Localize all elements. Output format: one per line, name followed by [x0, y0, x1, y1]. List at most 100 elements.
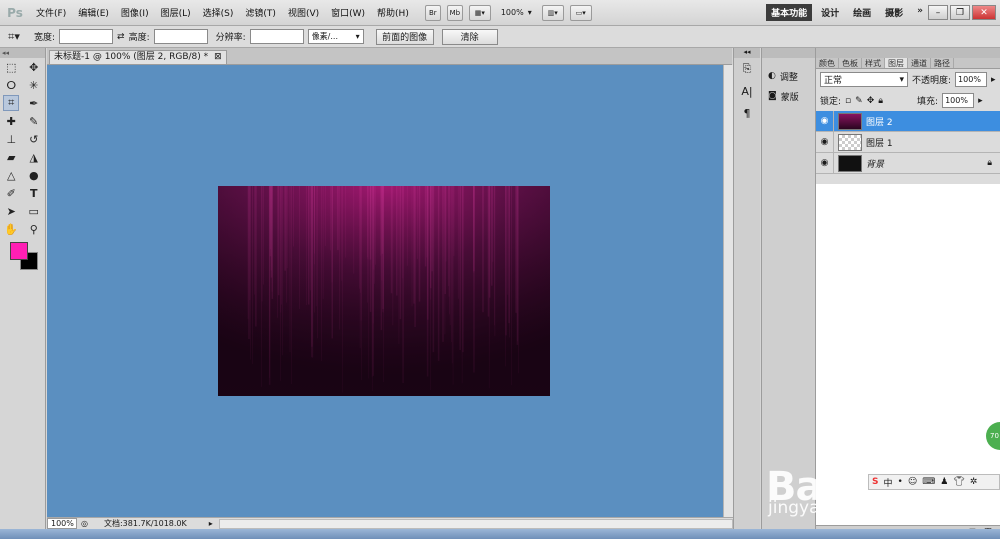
clear-button[interactable]: 清除	[441, 28, 498, 45]
paragraph-panel-icon[interactable]: ¶	[734, 102, 760, 124]
width-input[interactable]	[59, 29, 114, 44]
character-panel-icon[interactable]: A|	[734, 80, 760, 102]
document-canvas[interactable]	[47, 65, 723, 517]
visibility-eye-icon[interactable]: ◉	[816, 131, 834, 153]
pen-tool-icon[interactable]: ✐	[3, 185, 19, 201]
status-expand-icon[interactable]: ▸	[209, 519, 213, 528]
lock-label: 锁定:	[820, 97, 842, 107]
path-selection-tool-icon[interactable]: ➤	[3, 203, 19, 219]
watermark-url: jingyan.baidu.com	[768, 498, 925, 518]
layer-row[interactable]: ◉ 图层 1	[816, 131, 1000, 153]
menu-help[interactable]: 帮助(H)	[371, 6, 415, 19]
menu-window[interactable]: 窗口(W)	[325, 6, 371, 19]
tab-layers[interactable]: 图层	[885, 58, 908, 68]
menu-view[interactable]: 视图(V)	[282, 6, 325, 19]
horizontal-scrollbar[interactable]	[218, 518, 733, 529]
lasso-tool-icon[interactable]: ⵔ	[3, 77, 19, 93]
minimize-button[interactable]: –	[928, 5, 948, 20]
menu-edit[interactable]: 编辑(E)	[72, 6, 115, 19]
layer-row[interactable]: ◉ 背景 🔒︎	[816, 152, 1000, 174]
tools-panel-header[interactable]: ◂◂	[0, 48, 45, 58]
swap-icon[interactable]: ⇄	[117, 32, 125, 42]
eraser-tool-icon[interactable]: ▰	[3, 149, 19, 165]
restore-button[interactable]: ❐	[950, 5, 970, 20]
bridge-button[interactable]: Br	[424, 4, 441, 21]
healing-brush-tool-icon[interactable]: ✚	[3, 113, 19, 129]
lock-all-icon[interactable]: 🔒︎	[878, 96, 883, 106]
close-button[interactable]: ✕	[972, 5, 996, 20]
foreground-color-swatch[interactable]	[10, 242, 28, 260]
brush-tool-icon[interactable]: ✎	[26, 113, 42, 129]
move-tool-icon[interactable]: ✥	[26, 59, 42, 75]
tools-icon[interactable]: ✲	[970, 477, 978, 487]
masks-panel-button[interactable]: ◙ 蒙版	[762, 86, 815, 106]
history-panel-icon[interactable]: ⎘	[734, 58, 760, 80]
close-tab-icon[interactable]: ⊠	[214, 51, 222, 64]
blend-mode-select[interactable]: 正常 ▾	[820, 72, 908, 87]
visibility-eye-icon[interactable]: ◉	[816, 152, 834, 174]
rectangle-tool-icon[interactable]: ▭	[26, 203, 42, 219]
layer-row[interactable]: ◉ 图层 2	[816, 110, 1000, 132]
magic-wand-tool-icon[interactable]: ✳	[26, 77, 42, 93]
zoom-tool-icon[interactable]: ⚲	[26, 221, 42, 237]
tab-styles[interactable]: 样式	[862, 58, 885, 68]
tab-color[interactable]: 颜色	[816, 58, 839, 68]
workspace-switcher: 基本功能 设计 绘画 摄影 »	[766, 4, 928, 21]
menu-select[interactable]: 选择(S)	[197, 6, 240, 19]
opacity-slider-icon[interactable]: ▸	[991, 75, 996, 85]
document-tab[interactable]: 未标题-1 @ 100% (图层 2, RGB/8) * ⊠	[49, 50, 227, 64]
adjustments-panel-button[interactable]: ◐ 调整	[762, 66, 815, 86]
lock-position-icon[interactable]: ✥	[867, 96, 875, 106]
view-extras-button[interactable]: ▦▾	[468, 4, 491, 21]
status-menu-icon[interactable]: ◎	[81, 519, 88, 528]
clone-stamp-tool-icon[interactable]: ⊥	[3, 131, 19, 147]
workspace-design[interactable]: 设计	[816, 4, 844, 21]
tab-swatches[interactable]: 色板	[839, 58, 862, 68]
emoji-icon[interactable]: ☺	[908, 477, 917, 487]
crop-tool-preset-icon[interactable]: ⌗▾	[6, 29, 22, 45]
eyedropper-tool-icon[interactable]: ✒	[26, 95, 42, 111]
lock-pixels-icon[interactable]: ✎	[855, 96, 863, 106]
fill-input[interactable]: 100%	[942, 93, 975, 108]
lock-transparent-icon[interactable]: ▫	[845, 96, 851, 106]
resolution-input[interactable]	[249, 29, 304, 44]
sogou-icon[interactable]: S	[872, 477, 878, 487]
zoom-level-select[interactable]: 100% ▾	[501, 8, 532, 17]
type-tool-icon[interactable]: T	[26, 185, 42, 201]
arrange-documents-button[interactable]: ▥▾	[541, 4, 564, 21]
layers-panel-header	[816, 48, 1000, 58]
opacity-input[interactable]: 100%	[955, 72, 988, 87]
dock-collapse-icon[interactable]: ◂◂	[734, 48, 760, 58]
tab-paths[interactable]: 路径	[931, 58, 954, 68]
front-image-button[interactable]: 前面的图像	[375, 28, 434, 45]
dodge-tool-icon[interactable]: ●	[26, 167, 42, 183]
paint-bucket-tool-icon[interactable]: ◮	[26, 149, 42, 165]
visibility-eye-icon[interactable]: ◉	[816, 110, 834, 132]
workspace-painting[interactable]: 绘画	[848, 4, 876, 21]
skin-icon[interactable]: 👕︎	[953, 477, 964, 487]
crop-tool-icon[interactable]: ⌗	[3, 95, 20, 111]
menu-file[interactable]: 文件(F)	[30, 6, 72, 19]
keyboard-icon[interactable]: ⌨	[922, 477, 935, 487]
zoom-field[interactable]: 100%	[47, 518, 77, 529]
tab-channels[interactable]: 通道	[908, 58, 931, 68]
punctuation-icon[interactable]: •	[898, 477, 903, 487]
user-icon[interactable]: ♟	[940, 477, 948, 487]
mini-bridge-button[interactable]: Mb	[446, 4, 463, 21]
height-input[interactable]	[153, 29, 208, 44]
workspace-photography[interactable]: 摄影	[880, 4, 908, 21]
hand-tool-icon[interactable]: ✋	[3, 221, 19, 237]
marquee-tool-icon[interactable]: ⬚	[3, 59, 19, 75]
resolution-unit-select[interactable]: 像素/... ▾	[307, 29, 364, 44]
vertical-scrollbar[interactable]	[723, 65, 733, 517]
menu-filter[interactable]: 滤镜(T)	[239, 6, 282, 19]
workspace-essentials[interactable]: 基本功能	[766, 4, 813, 21]
menu-layer[interactable]: 图层(L)	[155, 6, 197, 19]
history-brush-tool-icon[interactable]: ↺	[26, 131, 42, 147]
fill-slider-icon[interactable]: ▸	[978, 96, 983, 106]
screen-mode-button[interactable]: ▭▾	[569, 4, 592, 21]
workspace-more-button[interactable]: »	[912, 4, 928, 21]
mode-icon[interactable]: 中	[883, 476, 892, 489]
blur-tool-icon[interactable]: △	[3, 167, 19, 183]
menu-image[interactable]: 图像(I)	[115, 6, 155, 19]
